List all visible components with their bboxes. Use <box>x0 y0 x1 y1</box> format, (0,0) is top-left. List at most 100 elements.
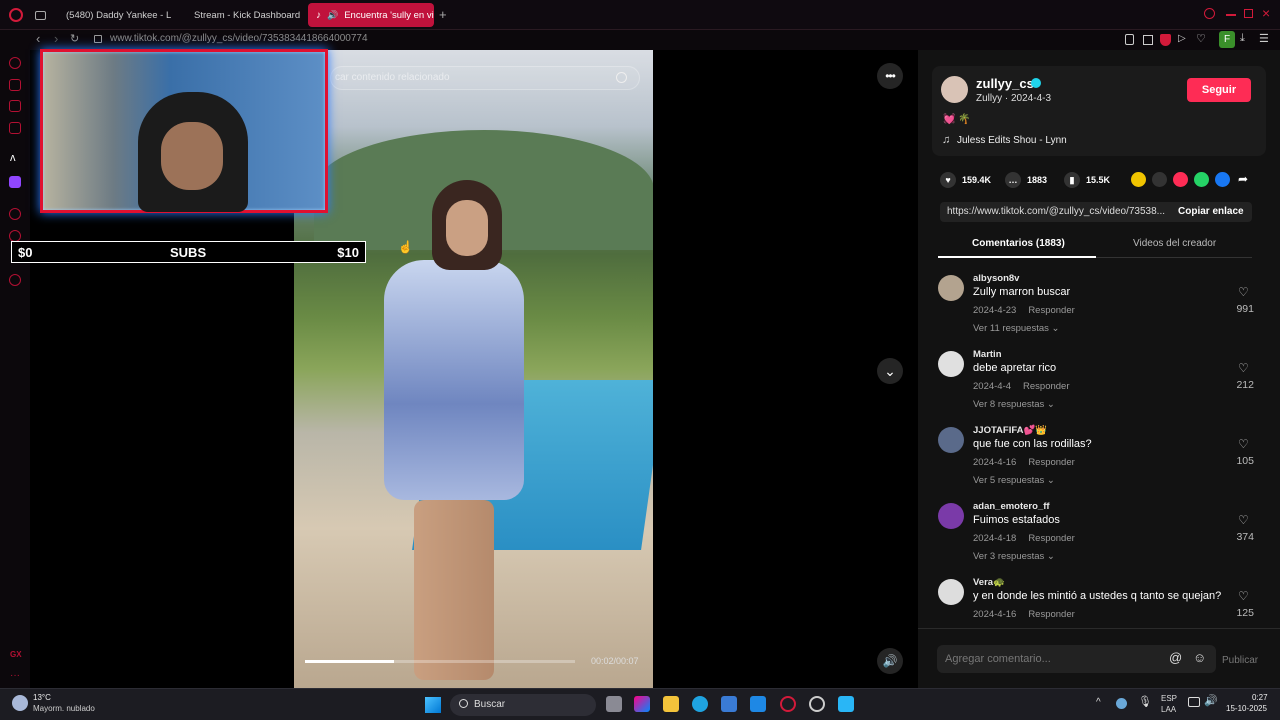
tab-comments[interactable]: Comentarios (1883) <box>972 238 1065 249</box>
emoji-icon[interactable]: ☺ <box>1193 650 1206 665</box>
weather-icon[interactable] <box>12 695 28 711</box>
video-player[interactable] <box>294 50 653 688</box>
twitch-icon[interactable] <box>9 176 21 188</box>
like-stat[interactable]: ♥ 159.4K <box>940 172 991 188</box>
store-icon[interactable] <box>721 696 737 712</box>
creator-avatar[interactable] <box>941 76 968 103</box>
opera-logo-icon[interactable] <box>9 8 23 22</box>
history-icon[interactable] <box>9 57 21 69</box>
obs-icon[interactable] <box>809 696 825 712</box>
volume-tray-icon[interactable]: 🔊 <box>1204 694 1218 707</box>
gx-icon[interactable]: GX <box>10 650 22 659</box>
close-window-button[interactable]: × <box>1262 5 1270 21</box>
comment-like-icon[interactable]: ♡ <box>1238 589 1249 603</box>
reply-button[interactable]: Responder <box>1028 609 1074 620</box>
heart-icon[interactable]: ♡ <box>1196 32 1206 45</box>
weather-desc[interactable]: Mayorm. nublado <box>33 704 95 713</box>
save-stat[interactable]: ▮ 15.5K <box>1064 172 1110 188</box>
workspaces-icon[interactable] <box>35 11 46 20</box>
comment-like-icon[interactable]: ♡ <box>1238 361 1249 375</box>
menu-icon[interactable]: ☰ <box>1259 32 1269 45</box>
tab-tiktok[interactable]: ♪ 🔊 Encuentra 'sully en vi <box>308 3 434 27</box>
send-icon[interactable] <box>1173 172 1188 187</box>
tray-cloud-icon[interactable] <box>1116 698 1127 709</box>
music-title[interactable]: Juless Edits Shou - Lynn <box>957 135 1067 146</box>
creator-username[interactable]: zullyy_cs <box>976 76 1034 91</box>
tray-chevron-icon[interactable]: ^ <box>1096 697 1101 708</box>
facebook-icon[interactable] <box>1215 172 1230 187</box>
view-replies-button[interactable]: Ver 11 respuestas ⌄ <box>973 323 1059 334</box>
more-icon[interactable]: ··· <box>10 670 20 681</box>
view-replies-button[interactable]: Ver 5 respuestas ⌄ <box>973 475 1055 486</box>
gmail-icon[interactable] <box>9 122 21 134</box>
settings-icon[interactable] <box>9 274 21 286</box>
taskbar-search[interactable]: Buscar <box>450 694 596 716</box>
reply-button[interactable]: Responder <box>1023 381 1069 392</box>
mention-icon[interactable]: @ <box>1169 650 1182 665</box>
commenter-name[interactable]: Vera🐢 <box>973 577 1005 588</box>
commenter-avatar[interactable] <box>938 427 964 453</box>
share-arrow-icon[interactable]: ➦ <box>1238 172 1248 186</box>
microphone-icon[interactable]: 🎙 <box>1138 695 1152 708</box>
edge-icon[interactable] <box>692 696 708 712</box>
play-icon[interactable]: ▷ <box>1178 33 1186 44</box>
view-replies-button[interactable]: Ver 8 respuestas ⌄ <box>973 399 1055 410</box>
publish-button[interactable]: Publicar <box>1222 655 1258 666</box>
maximize-button[interactable] <box>1244 9 1253 18</box>
player-icon[interactable] <box>9 208 21 220</box>
search-tabs-icon[interactable] <box>1204 8 1215 19</box>
next-video-button[interactable]: ⌄ <box>877 358 903 384</box>
commenter-name[interactable]: Martin <box>973 349 1002 360</box>
tab-youtube[interactable]: (5480) Daddy Yankee - L <box>52 3 176 27</box>
reply-button[interactable]: Responder <box>1028 305 1074 316</box>
messenger-icon[interactable] <box>9 100 21 112</box>
wallet-icon[interactable] <box>9 79 21 91</box>
back-button[interactable]: ‹ <box>36 31 40 46</box>
tab-kick[interactable]: Stream - Kick Dashboard <box>180 3 304 27</box>
comment-stat[interactable]: … 1883 <box>1005 172 1047 188</box>
minimize-button[interactable] <box>1226 14 1236 16</box>
kick-sidebar-icon[interactable]: ʌ <box>10 152 16 164</box>
whatsapp-icon[interactable] <box>1194 172 1209 187</box>
search-icon[interactable] <box>616 72 627 83</box>
add-comment-input[interactable]: Agregar comentario... @ ☺ <box>937 645 1216 673</box>
profile-avatar[interactable]: F <box>1219 31 1235 48</box>
comment-like-icon[interactable]: ♡ <box>1238 437 1249 451</box>
tab-creator-videos[interactable]: Videos del creador <box>1133 238 1216 249</box>
commenter-name[interactable]: adan_emotero_ff <box>973 501 1050 512</box>
copilot-icon[interactable] <box>634 696 650 712</box>
download-icon[interactable]: ⤓ <box>1240 32 1245 45</box>
coin-share-icon[interactable] <box>1131 172 1146 187</box>
language-code[interactable]: ESP <box>1161 694 1177 703</box>
reply-button[interactable]: Responder <box>1028 457 1074 468</box>
embed-icon[interactable] <box>1152 172 1167 187</box>
reload-button[interactable]: ↻ <box>70 32 79 45</box>
related-search-input[interactable]: car contenido relacionado <box>330 66 640 90</box>
comment-like-icon[interactable]: ♡ <box>1238 513 1249 527</box>
app-icon[interactable] <box>750 696 766 712</box>
more-options-button[interactable]: ••• <box>877 63 903 89</box>
clock-date[interactable]: 15-10-2025 <box>1226 704 1267 713</box>
forward-button[interactable]: › <box>54 31 58 46</box>
video-link-text[interactable]: https://www.tiktok.com/@zullyy_cs/video/… <box>947 206 1165 217</box>
commenter-avatar[interactable] <box>938 351 964 377</box>
commenter-avatar[interactable] <box>938 579 964 605</box>
adblock-icon[interactable] <box>1160 34 1171 46</box>
task-view-icon[interactable] <box>606 696 622 712</box>
snapshot-icon[interactable] <box>1143 35 1153 45</box>
commenter-name[interactable]: JJOTAFIFA💕👑 <box>973 425 1047 436</box>
copy-link-button[interactable]: Copiar enlace <box>1178 206 1244 217</box>
network-icon[interactable] <box>1188 697 1200 707</box>
reply-button[interactable]: Responder <box>1028 533 1074 544</box>
windows-start-icon[interactable] <box>425 697 441 713</box>
video-progress-bar[interactable] <box>305 660 575 663</box>
language-region[interactable]: LAA <box>1161 705 1176 714</box>
commenter-name[interactable]: albyson8v <box>973 273 1019 284</box>
volume-button[interactable]: 🔊 <box>877 648 903 674</box>
clock-time[interactable]: 0:27 <box>1252 693 1268 702</box>
pin-icon[interactable] <box>1125 34 1134 45</box>
view-replies-button[interactable]: Ver 3 respuestas ⌄ <box>973 551 1055 562</box>
opera-gx-taskbar-icon[interactable] <box>780 696 796 712</box>
file-explorer-icon[interactable] <box>663 696 679 712</box>
app2-icon[interactable] <box>838 696 854 712</box>
